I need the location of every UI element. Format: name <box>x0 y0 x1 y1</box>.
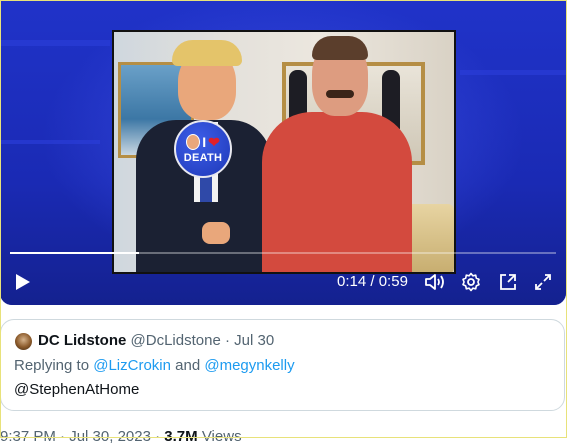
person-left-hand <box>202 222 230 244</box>
campaign-button-badge: I ❤ DEATH <box>174 120 232 178</box>
fullscreen-button[interactable] <box>530 262 556 302</box>
person-right-hair <box>312 36 368 60</box>
avatar[interactable] <box>15 333 32 350</box>
replying-to-line: Replying to @LizCrokin and @megynkelly <box>14 357 295 374</box>
tweet-date[interactable]: Jul 30, 2023 <box>69 428 151 445</box>
settings-icon <box>462 272 480 292</box>
replying-prefix: Replying to <box>14 357 90 374</box>
badge-text: DEATH <box>183 152 223 164</box>
video-controls: 0:14 / 0:59 <box>0 262 566 302</box>
person-right-mustache <box>326 90 354 98</box>
quoted-tweet-card[interactable]: DC Lidstone @DcLidstone · Jul 30 Replyin… <box>0 319 565 411</box>
progress-bar[interactable] <box>10 252 556 254</box>
separator-dot: · <box>224 332 230 349</box>
display-name[interactable]: DC Lidstone <box>38 332 126 349</box>
tweet-time[interactable]: 9:37 PM <box>0 428 56 445</box>
volume-icon <box>425 274 444 290</box>
video-frame-photo: I ❤ DEATH <box>112 30 456 274</box>
views-count: 3.7M <box>164 428 198 445</box>
badge-face-icon <box>186 134 201 150</box>
play-icon <box>16 274 30 290</box>
picture-in-picture-button[interactable] <box>495 262 521 302</box>
user-handle: @DcLidstone <box>130 332 221 349</box>
settings-button[interactable] <box>458 262 484 302</box>
fullscreen-icon <box>535 274 551 290</box>
views-label: Views <box>201 428 242 445</box>
picture-in-picture-icon <box>500 274 516 290</box>
background-stripe <box>460 70 566 75</box>
person-right-shirt <box>262 112 412 272</box>
quoted-tweet-header: DC Lidstone @DcLidstone · Jul 30 <box>38 332 274 349</box>
mention-link[interactable]: @LizCrokin <box>93 357 171 374</box>
and-text: and <box>175 357 201 374</box>
duration: 0:59 <box>378 273 408 290</box>
time-display: 0:14 / 0:59 <box>337 273 408 290</box>
background-stripe <box>0 40 110 46</box>
background-stripe <box>0 140 100 144</box>
current-time: 0:14 <box>337 273 367 290</box>
quoted-tweet-text: @StephenAtHome <box>14 381 140 398</box>
progress-fill <box>10 252 140 254</box>
tweet-meta: 9:37 PM · Jul 30, 2023 · 3.7M Views <box>0 428 242 445</box>
time-separator: / <box>370 273 375 290</box>
volume-button[interactable] <box>422 262 448 302</box>
play-button[interactable] <box>8 262 38 302</box>
mention-link[interactable]: @megynkelly <box>204 357 294 374</box>
tweet-date[interactable]: Jul 30 <box>234 332 274 349</box>
badge-letter: I <box>202 134 207 150</box>
video-player[interactable]: I ❤ DEATH 0:14 / 0:59 <box>0 0 566 305</box>
separator-dot: · <box>155 428 161 445</box>
person-left-hair <box>172 40 242 66</box>
separator-dot: · <box>60 428 66 445</box>
heart-icon: ❤ <box>208 134 220 150</box>
